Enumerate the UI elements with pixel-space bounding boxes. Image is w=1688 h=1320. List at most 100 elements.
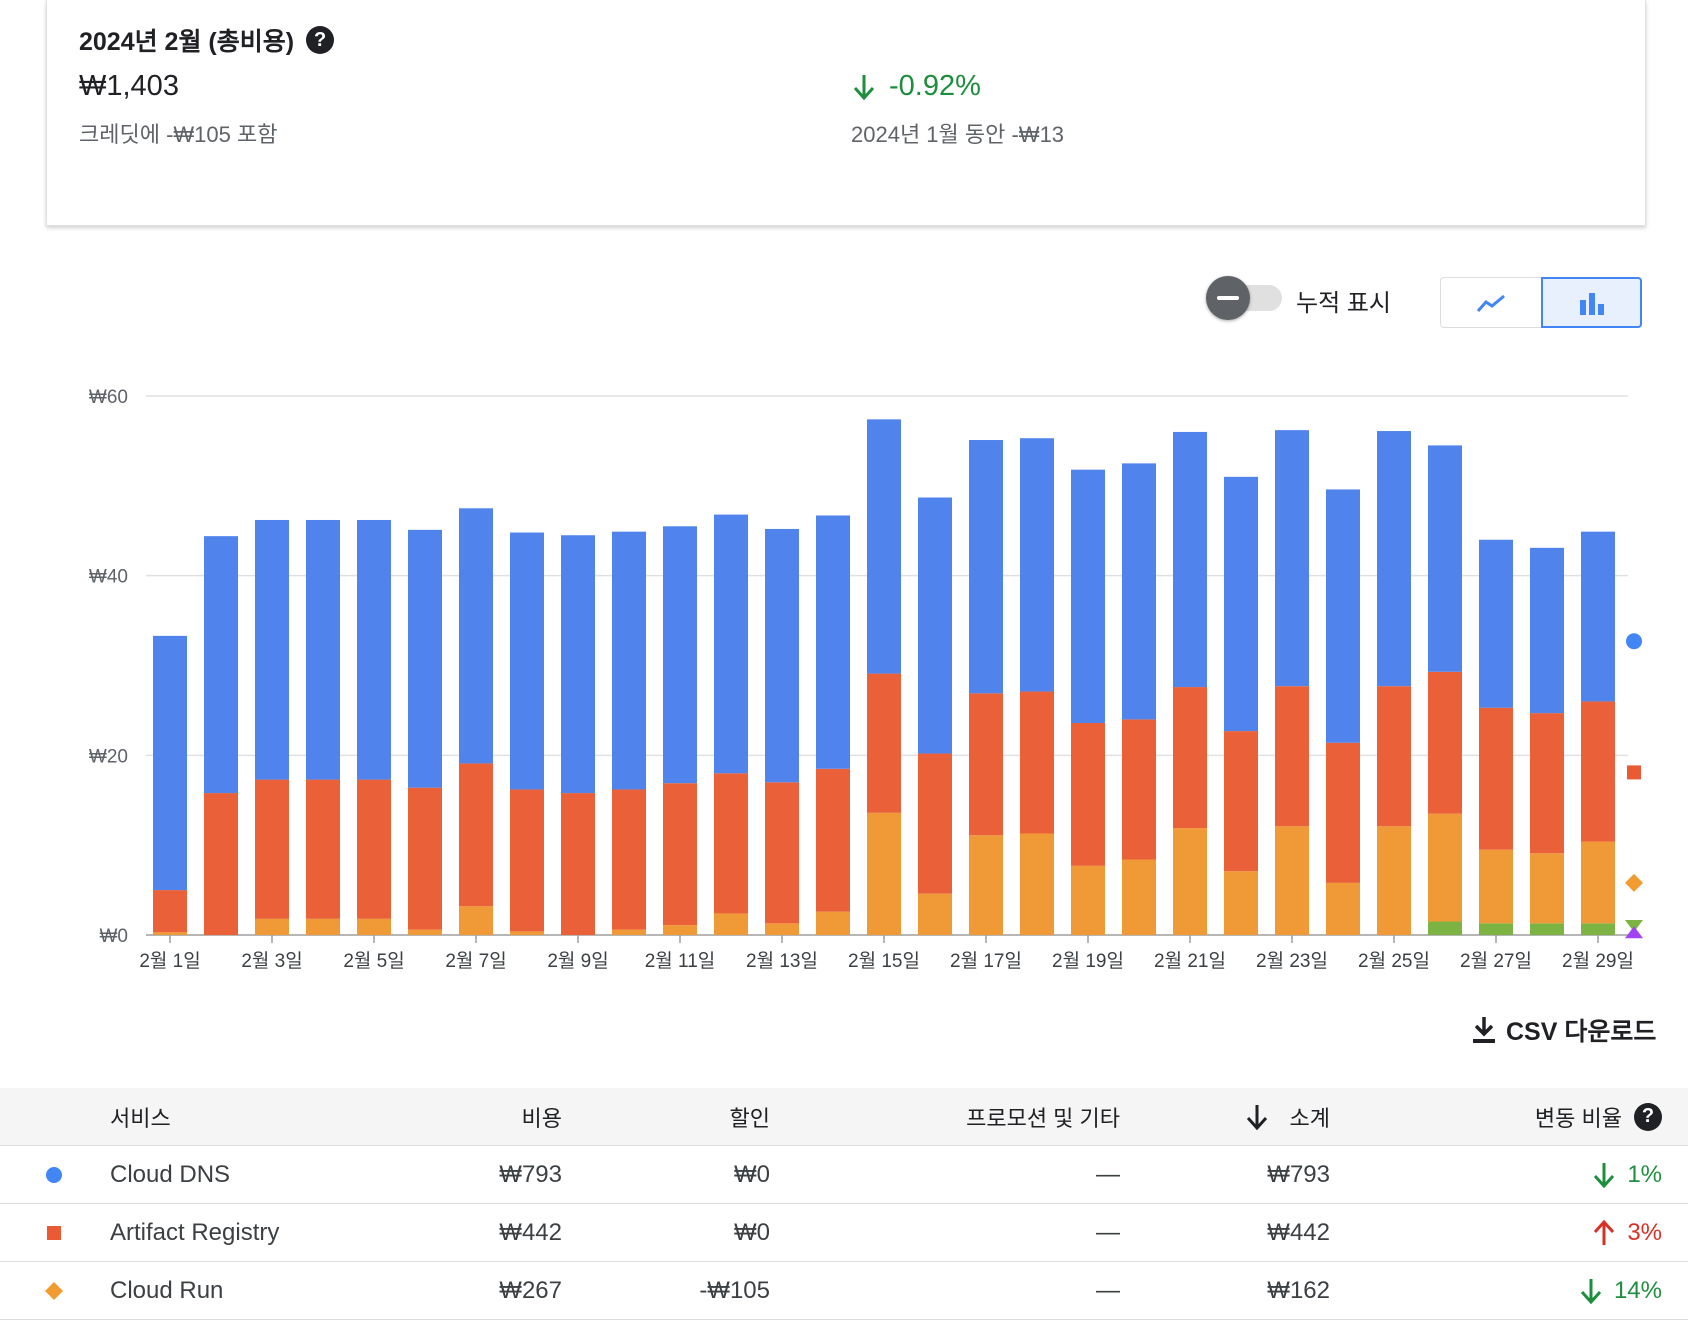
bar-dns: [1020, 438, 1054, 692]
bar-registry: [612, 789, 646, 930]
bar-run: [1581, 841, 1615, 924]
arrow-down-icon: [1594, 1162, 1615, 1188]
bar-registry: [765, 782, 799, 924]
triangle-up-marker: [1625, 926, 1643, 939]
bar-dns: [1071, 469, 1105, 723]
header-cost[interactable]: 비용: [522, 1088, 562, 1145]
cost-table: 서비스 비용 할인 프로모션 및 기타 소계 변동 비율 ? Cloud DNS…: [0, 1088, 1688, 1320]
bar-dns: [612, 531, 646, 790]
x-tick-label: 2월 29일: [1562, 950, 1634, 972]
discount-value: -₩105: [699, 1276, 770, 1304]
bar-registry: [561, 793, 595, 935]
cost-bar-chart: ₩0 ₩20 ₩40 ₩60 2월 1일 2월 3일 2월 5일 2월 7일 2월 9일 2월 1…: [89, 387, 1643, 972]
bar-registry: [1275, 686, 1309, 827]
bar-dns: [1326, 489, 1360, 743]
bar-dns: [204, 536, 238, 794]
change-percent: 1%: [1627, 1160, 1662, 1188]
bar-registry: [153, 890, 187, 933]
header-change-label: 변동 비율: [1534, 1105, 1622, 1131]
bar-dns: [969, 440, 1003, 694]
bar-run: [1530, 853, 1564, 924]
discount-value: ₩0: [734, 1218, 770, 1246]
bar-run: [663, 925, 697, 935]
x-tick-label: 2월 15일: [848, 950, 920, 972]
bar-dns: [1173, 431, 1207, 688]
bar-registry: [1020, 691, 1054, 834]
arrow-down-icon: [853, 74, 875, 100]
total-cost: ₩1,403: [79, 70, 179, 102]
subtotal-value: ₩793: [1267, 1160, 1330, 1188]
table-row[interactable]: Cloud Run ₩267 -₩105 — ₩162 14%: [0, 1262, 1688, 1320]
change-value: 14%: [1578, 1262, 1662, 1319]
x-tick-label: 2월 23일: [1256, 950, 1328, 972]
arrow-down-icon: [1244, 1102, 1270, 1132]
bar-dns: [357, 519, 391, 780]
bar-registry: [408, 787, 442, 930]
bar-registry: [1377, 686, 1411, 827]
x-tick-label: 2월 11일: [645, 950, 716, 972]
y-tick-label: ₩20: [89, 746, 128, 767]
header-service[interactable]: 서비스: [110, 1088, 171, 1145]
bar-registry: [1428, 671, 1462, 814]
bar-dns: [408, 529, 442, 788]
y-tick-label: ₩60: [89, 387, 128, 408]
bar-run: [867, 812, 901, 935]
change-percent: -0.92%: [889, 70, 981, 102]
bar-run: [510, 931, 544, 935]
diamond-marker-icon: [44, 1262, 64, 1319]
header-change[interactable]: 변동 비율 ?: [1535, 1088, 1662, 1145]
service-name: Cloud DNS: [110, 1160, 231, 1188]
bar-chart-icon: [1579, 292, 1604, 315]
bar-run: [357, 918, 391, 935]
x-tick-label: 2월 7일: [445, 950, 506, 972]
table-row[interactable]: Artifact Registry ₩442 ₩0 — ₩442 3%: [0, 1204, 1688, 1262]
csv-download-button[interactable]: CSV 다운로드: [1470, 1012, 1656, 1048]
bar-run: [1479, 849, 1513, 924]
bar-registry: [459, 763, 493, 907]
arrow-down-icon: [1580, 1278, 1602, 1304]
table-row[interactable]: Cloud DNS ₩793 ₩0 — ₩793 1%: [0, 1146, 1688, 1204]
header-promo[interactable]: 프로모션 및 기타: [966, 1088, 1120, 1145]
bar-run: [1275, 826, 1309, 935]
bar-registry: [1530, 713, 1564, 854]
cumulative-toggle[interactable]: [1206, 276, 1282, 320]
bar-registry: [1071, 722, 1105, 866]
bar-dns: [1224, 476, 1258, 732]
bar-registry: [510, 789, 544, 932]
square-marker: [1627, 765, 1641, 780]
bar-dns: [1428, 445, 1462, 672]
bar-dns: [306, 519, 340, 780]
csv-download-label: CSV 다운로드: [1506, 1018, 1657, 1046]
service-name: Artifact Registry: [110, 1218, 280, 1246]
help-icon[interactable]: ?: [1634, 1102, 1662, 1131]
help-icon[interactable]: ?: [306, 26, 335, 54]
bar-registry: [714, 773, 748, 914]
bar-registry: [204, 793, 238, 935]
bar-registry: [255, 779, 289, 919]
bar-run: [1173, 828, 1207, 935]
line-view-button[interactable]: [1440, 277, 1541, 328]
bar-registry: [663, 783, 697, 926]
x-tick-label: 2월 25일: [1358, 950, 1430, 972]
square-marker-icon: [44, 1204, 64, 1261]
bar-dns: [816, 515, 850, 769]
cumulative-label: 누적 표시: [1296, 290, 1391, 317]
header-subtotal[interactable]: 소계: [1244, 1088, 1330, 1145]
summary-title-row: 2024년 2월 (총비용) ?: [79, 22, 335, 58]
cost-value: ₩442: [499, 1218, 562, 1246]
bar-view-button[interactable]: [1541, 277, 1642, 328]
toggle-knob: [1206, 276, 1250, 320]
bar-run: [408, 929, 442, 935]
bar-dns: [867, 419, 901, 674]
bar-dns: [459, 508, 493, 764]
circle-marker: [1626, 633, 1642, 650]
bar-registry: [1326, 742, 1360, 883]
bar-dns: [1275, 430, 1309, 687]
bar-run: [459, 906, 493, 935]
bar-dns: [1122, 463, 1156, 720]
change-indicator: -0.92%: [851, 70, 981, 103]
bar-run: [714, 913, 748, 935]
header-discount[interactable]: 할인: [730, 1088, 770, 1145]
bar-dns: [918, 497, 952, 754]
service-name: Cloud Run: [110, 1276, 224, 1304]
